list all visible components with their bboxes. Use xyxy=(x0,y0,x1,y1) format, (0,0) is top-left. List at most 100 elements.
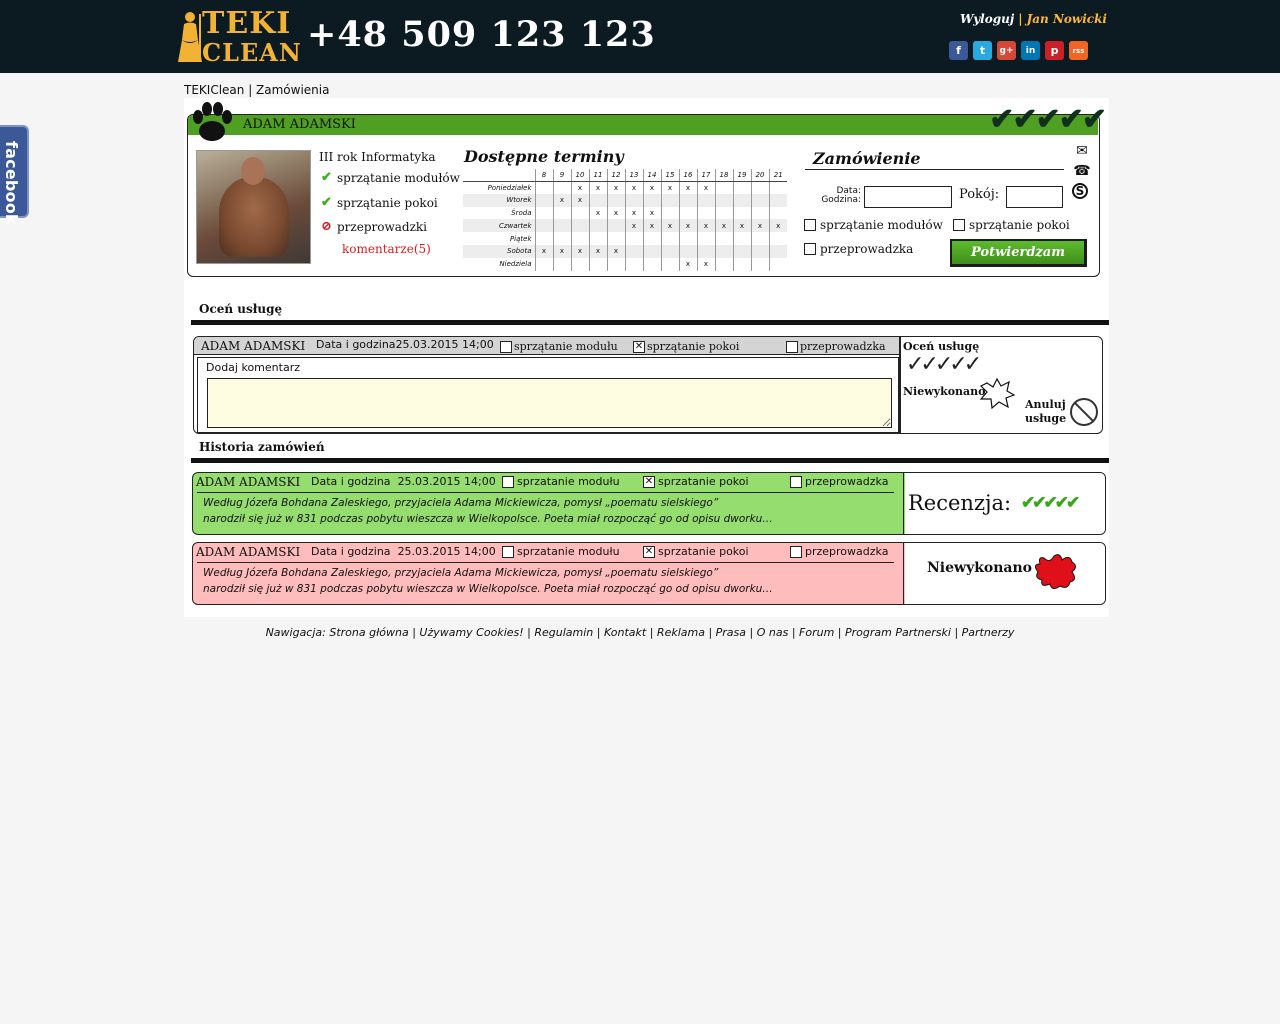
schedule-slot[interactable] xyxy=(768,193,787,207)
schedule-slot[interactable] xyxy=(714,193,733,207)
schedule-slot[interactable] xyxy=(606,193,625,207)
schedule-slot[interactable] xyxy=(768,244,787,258)
schedule-slot[interactable]: x xyxy=(750,219,769,233)
comments-link[interactable]: komentarze(5) xyxy=(342,242,431,256)
user-name-link[interactable]: Jan Nowicki xyxy=(1027,12,1107,26)
schedule-slot[interactable] xyxy=(750,181,769,194)
schedule-slot[interactable] xyxy=(678,232,697,245)
order-option-rooms[interactable]: sprzątanie pokoi xyxy=(953,218,1070,232)
schedule-slot[interactable]: x xyxy=(588,244,607,258)
cancel-service-label[interactable]: Anuluj usługe xyxy=(1025,398,1066,426)
schedule-slot[interactable] xyxy=(552,257,571,271)
schedule-slot[interactable] xyxy=(714,244,733,258)
schedule-slot[interactable] xyxy=(570,206,589,220)
schedule-slot[interactable]: x xyxy=(660,181,679,194)
room-input[interactable] xyxy=(1006,186,1063,208)
schedule-slot[interactable]: x xyxy=(660,219,679,233)
schedule-slot[interactable] xyxy=(732,193,751,207)
logout-link[interactable]: Wyloguj xyxy=(960,12,1014,26)
schedule-slot[interactable]: x xyxy=(714,219,733,233)
schedule-slot[interactable] xyxy=(570,219,589,233)
facebook-side-tab[interactable]: facebook xyxy=(0,125,29,225)
schedule-slot[interactable] xyxy=(534,181,553,194)
logo[interactable]: TEKI CLEAN xyxy=(176,6,301,68)
schedule-slot[interactable] xyxy=(642,193,661,207)
schedule-slot[interactable] xyxy=(552,232,571,245)
facebook-icon[interactable]: f xyxy=(949,41,968,60)
schedule-slot[interactable] xyxy=(588,219,607,233)
schedule-slot[interactable] xyxy=(714,257,733,271)
order-option-modules[interactable]: sprzątanie modułów xyxy=(804,218,943,232)
schedule-slot[interactable] xyxy=(534,219,553,233)
schedule-slot[interactable] xyxy=(606,257,625,271)
schedule-slot[interactable]: x xyxy=(642,181,661,194)
schedule-slot[interactable] xyxy=(570,257,589,271)
twitter-icon[interactable]: t xyxy=(973,41,992,60)
schedule-slot[interactable] xyxy=(732,244,751,258)
schedule-slot[interactable] xyxy=(624,257,643,271)
schedule-slot[interactable] xyxy=(714,232,733,245)
schedule-slot[interactable] xyxy=(750,193,769,207)
schedule-slot[interactable]: x xyxy=(624,206,643,220)
schedule-slot[interactable] xyxy=(750,232,769,245)
schedule-slot[interactable]: x xyxy=(570,193,589,207)
schedule-slot[interactable] xyxy=(660,244,679,258)
schedule-slot[interactable]: x xyxy=(570,181,589,194)
schedule-slot[interactable] xyxy=(732,257,751,271)
pinterest-icon[interactable]: p xyxy=(1045,41,1064,60)
schedule-slot[interactable] xyxy=(714,206,733,220)
schedule-slot[interactable] xyxy=(624,193,643,207)
schedule-slot[interactable]: x xyxy=(552,193,571,207)
schedule-slot[interactable] xyxy=(534,206,553,220)
schedule-slot[interactable]: x xyxy=(696,257,715,271)
schedule-slot[interactable]: x xyxy=(678,257,697,271)
schedule-slot[interactable]: x xyxy=(678,181,697,194)
rate-option-modules[interactable]: sprzątanie modułu xyxy=(500,340,618,353)
schedule-slot[interactable]: x xyxy=(678,219,697,233)
schedule-slot[interactable]: x xyxy=(624,219,643,233)
schedule-slot[interactable] xyxy=(768,206,787,220)
schedule-slot[interactable] xyxy=(534,232,553,245)
schedule-slot[interactable] xyxy=(534,257,553,271)
schedule-slot[interactable] xyxy=(750,257,769,271)
checkbox[interactable] xyxy=(804,243,816,255)
schedule-slot[interactable] xyxy=(606,232,625,245)
schedule-slot[interactable]: x xyxy=(606,206,625,220)
comment-textarea[interactable] xyxy=(207,378,892,428)
schedule-slot[interactable]: x xyxy=(588,181,607,194)
schedule-slot[interactable] xyxy=(642,232,661,245)
schedule-slot[interactable] xyxy=(678,206,697,220)
schedule-slot[interactable]: x xyxy=(552,244,571,258)
rate-option-moving[interactable]: przeprowadzka xyxy=(786,340,886,353)
schedule-slot[interactable]: x xyxy=(732,219,751,233)
schedule-slot[interactable] xyxy=(534,193,553,207)
schedule-slot[interactable] xyxy=(588,232,607,245)
schedule-slot[interactable] xyxy=(624,232,643,245)
schedule-slot[interactable]: x xyxy=(534,244,553,258)
skype-icon[interactable]: S xyxy=(1072,183,1088,199)
schedule-slot[interactable] xyxy=(696,206,715,220)
schedule-slot[interactable] xyxy=(624,244,643,258)
schedule-slot[interactable]: x xyxy=(696,219,715,233)
schedule-slot[interactable] xyxy=(768,257,787,271)
schedule-slot[interactable] xyxy=(588,193,607,207)
schedule-slot[interactable]: x xyxy=(606,181,625,194)
footer-navigation[interactable]: Nawigacja: Strona główna | Używamy Cooki… xyxy=(0,626,1280,639)
schedule-slot[interactable] xyxy=(768,181,787,194)
order-option-moving[interactable]: przeprowadzka xyxy=(804,242,913,256)
not-done-label[interactable]: Niewykonano xyxy=(903,385,986,398)
rate-option-rooms[interactable]: ✕ sprzątanie pokoi xyxy=(633,340,739,353)
schedule-slot[interactable] xyxy=(696,244,715,258)
schedule-slot[interactable]: x xyxy=(624,181,643,194)
schedule-slot[interactable] xyxy=(732,206,751,220)
checkbox[interactable] xyxy=(804,219,816,231)
schedule-slot[interactable]: x xyxy=(588,206,607,220)
schedule-slot[interactable] xyxy=(660,193,679,207)
schedule-slot[interactable]: x xyxy=(606,244,625,258)
schedule-slot[interactable] xyxy=(732,232,751,245)
schedule-slot[interactable]: x xyxy=(642,206,661,220)
schedule-slot[interactable] xyxy=(660,206,679,220)
date-time-input[interactable] xyxy=(864,186,952,208)
cancel-icon[interactable] xyxy=(1070,398,1098,426)
confirm-button[interactable]: Potwierdzam xyxy=(950,239,1087,267)
